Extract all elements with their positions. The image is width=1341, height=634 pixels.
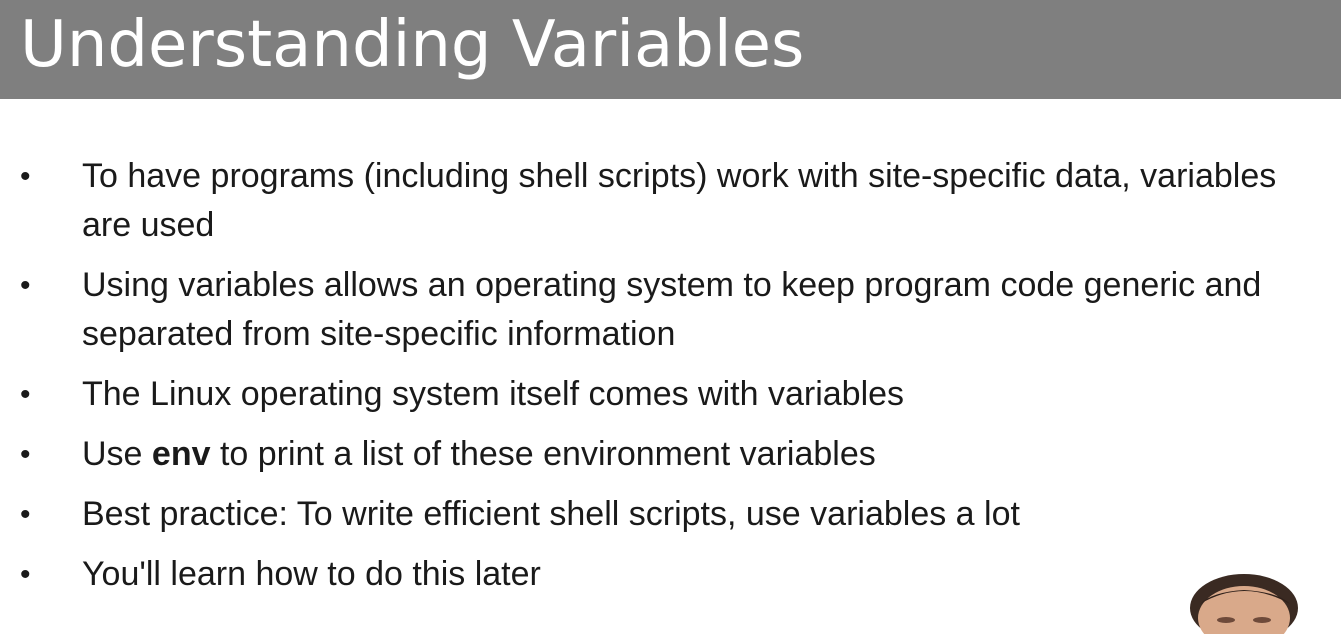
env-command: env [151,435,211,473]
bullet-dot-icon: • [20,438,31,471]
bullet-dot-icon: • [20,558,31,591]
bullet-text: You'll learn how to do this later [82,555,541,593]
presenter-head-icon [1190,574,1298,634]
presenter-webcam [1186,574,1306,634]
bullet-item-programs: • To have programs (including shell scri… [0,152,1332,250]
bullet-text: Best practice: To write efficient shell … [82,495,1020,533]
bullet-item-best-practice: • Best practice: To write efficient shel… [0,490,1332,539]
bullet-item-env: • Use env to print a list of these envir… [0,430,1332,479]
bullet-text: Using variables allows an operating syst… [82,266,1262,353]
bullet-text-after: to print a list of these environment var… [210,435,876,473]
bullet-item-generic-code: • Using variables allows an operating sy… [0,261,1332,359]
bullet-dot-icon: • [20,378,31,411]
bullet-list: • To have programs (including shell scri… [0,152,1341,610]
bullet-dot-icon: • [20,498,31,531]
bullet-dot-icon: • [20,269,31,302]
bullet-text-before: Use [82,435,152,473]
slide-title: Understanding Variables [20,8,805,82]
bullet-text: The Linux operating system itself comes … [82,375,905,413]
bullet-dot-icon: • [20,160,31,193]
bullet-text: To have programs (including shell script… [82,157,1277,244]
bullet-item-linux: • The Linux operating system itself come… [0,370,1332,419]
title-bar: Understanding Variables [0,0,1341,99]
bullet-item-learn-later: • You'll learn how to do this later [0,550,1332,599]
